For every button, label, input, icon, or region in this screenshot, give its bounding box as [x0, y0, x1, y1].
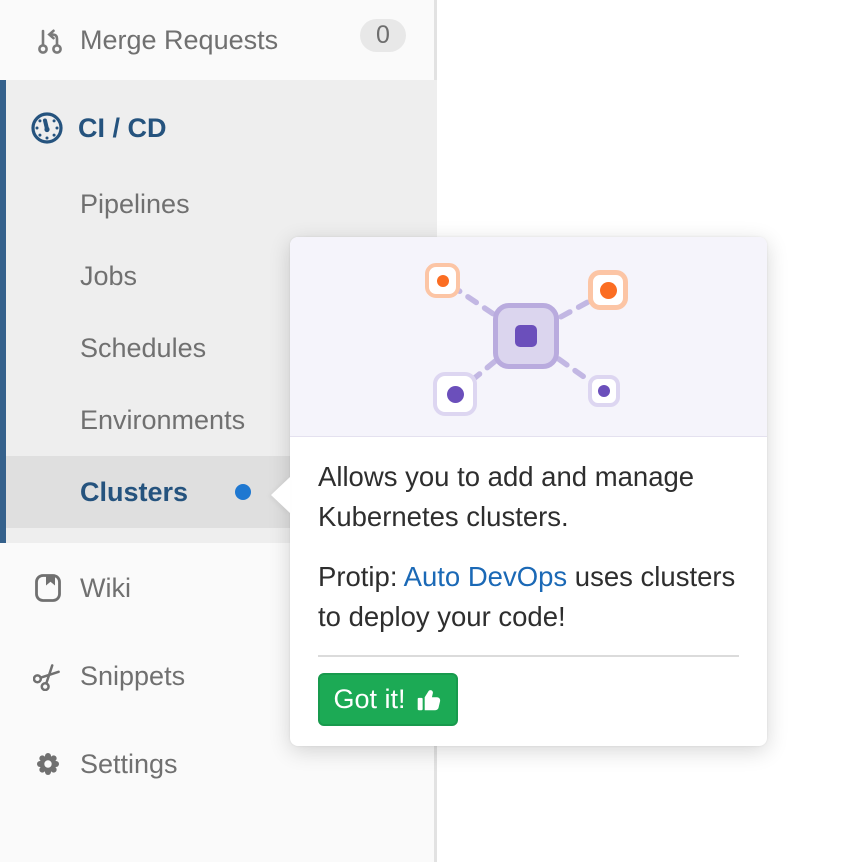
popover-arrow [271, 477, 290, 513]
merge-requests-count-badge: 0 [360, 19, 406, 52]
popover-description: Allows you to add and manage Kubernetes … [318, 457, 739, 537]
popover-divider [318, 655, 739, 657]
cluster-node-purple-small [588, 375, 620, 407]
sidebar-item-label: Clusters [80, 477, 188, 508]
cluster-center-node [493, 303, 559, 369]
sidebar-item-label: Wiki [80, 573, 131, 604]
cluster-node-orange-small [425, 263, 460, 298]
wiki-icon [33, 573, 63, 603]
settings-icon [33, 749, 63, 779]
sidebar-item-label: Settings [80, 749, 178, 780]
popover-body: Allows you to add and manage Kubernetes … [290, 437, 767, 637]
sidebar-item-pipelines[interactable]: Pipelines [6, 168, 437, 240]
auto-devops-link[interactable]: Auto DevOps [404, 561, 568, 592]
cluster-node-purple-large [433, 372, 477, 416]
snippets-icon [33, 661, 63, 691]
node-dot [600, 282, 617, 299]
merge-request-icon [36, 25, 64, 55]
cluster-node-orange-large [588, 270, 628, 310]
node-dot [437, 275, 449, 287]
sidebar-item-label: Jobs [80, 261, 137, 292]
thumbs-up-icon [415, 686, 443, 714]
sidebar-item-merge-requests[interactable]: Merge Requests 0 [0, 0, 437, 80]
clusters-feature-popover: Allows you to add and manage Kubernetes … [290, 237, 767, 746]
sidebar-item-label: Snippets [80, 661, 185, 692]
cluster-core [515, 325, 537, 347]
sidebar-item-label: Merge Requests [80, 25, 278, 56]
sidebar-item-label: Schedules [80, 333, 206, 364]
node-dot [598, 385, 610, 397]
got-it-button[interactable]: Got it! [318, 673, 458, 726]
kubernetes-cluster-illustration [290, 237, 767, 437]
node-dot [447, 386, 464, 403]
gauge-icon [30, 111, 64, 145]
new-feature-notification-dot [235, 484, 251, 500]
sidebar-item-label: Environments [80, 405, 245, 436]
sidebar-item-ci-cd[interactable]: CI / CD [6, 88, 437, 168]
got-it-button-label: Got it! [333, 684, 405, 715]
popover-protip: Protip: Auto DevOps uses clusters to dep… [318, 557, 739, 637]
protip-prefix: Protip: [318, 561, 404, 592]
sidebar-item-label: Pipelines [80, 189, 190, 220]
sidebar-item-label: CI / CD [78, 113, 167, 144]
